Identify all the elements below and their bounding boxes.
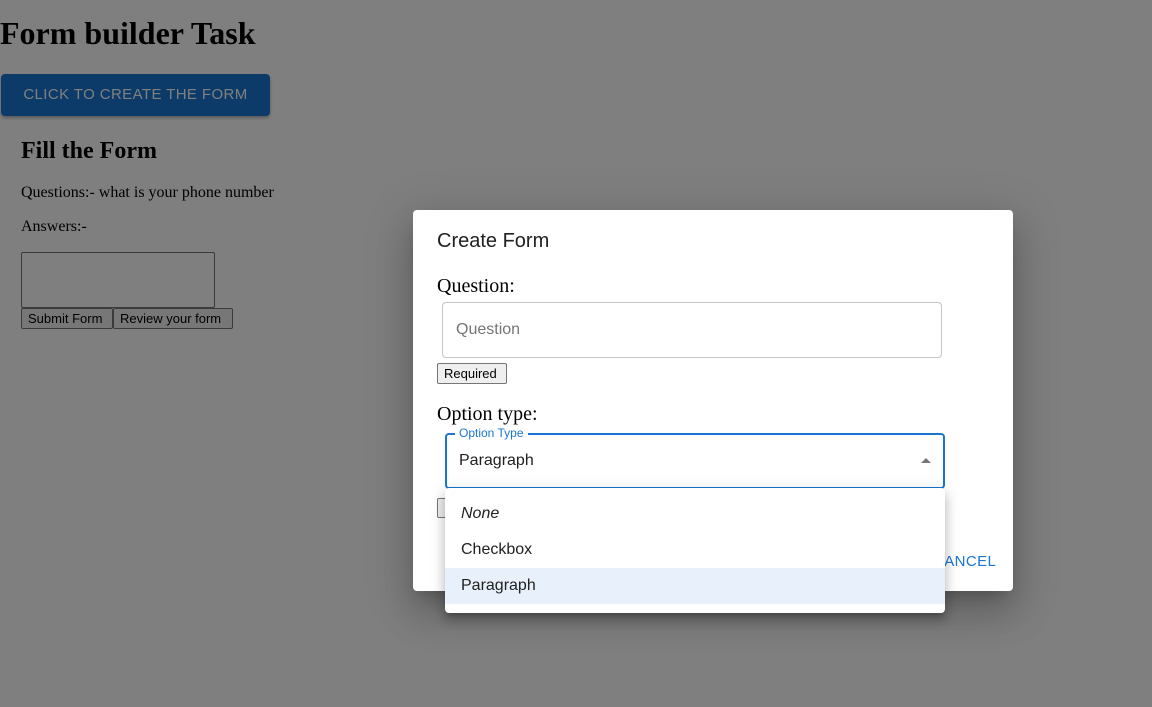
- menu-item-checkbox[interactable]: Checkbox: [445, 532, 945, 568]
- select-legend: Option Type: [455, 426, 528, 440]
- question-input[interactable]: Question: [442, 302, 942, 358]
- menu-item-none[interactable]: None: [445, 496, 945, 532]
- option-type-label: Option type:: [437, 403, 538, 425]
- question-label: Question:: [437, 275, 515, 297]
- caret-up-icon: [921, 458, 931, 463]
- required-button[interactable]: Required: [437, 363, 507, 384]
- select-value: Paragraph: [459, 452, 534, 469]
- option-type-select[interactable]: Option Type Paragraph: [445, 426, 945, 489]
- dialog-title: Create Form: [437, 230, 550, 252]
- option-type-menu: None Checkbox Paragraph: [445, 488, 945, 613]
- menu-item-paragraph[interactable]: Paragraph: [445, 568, 945, 604]
